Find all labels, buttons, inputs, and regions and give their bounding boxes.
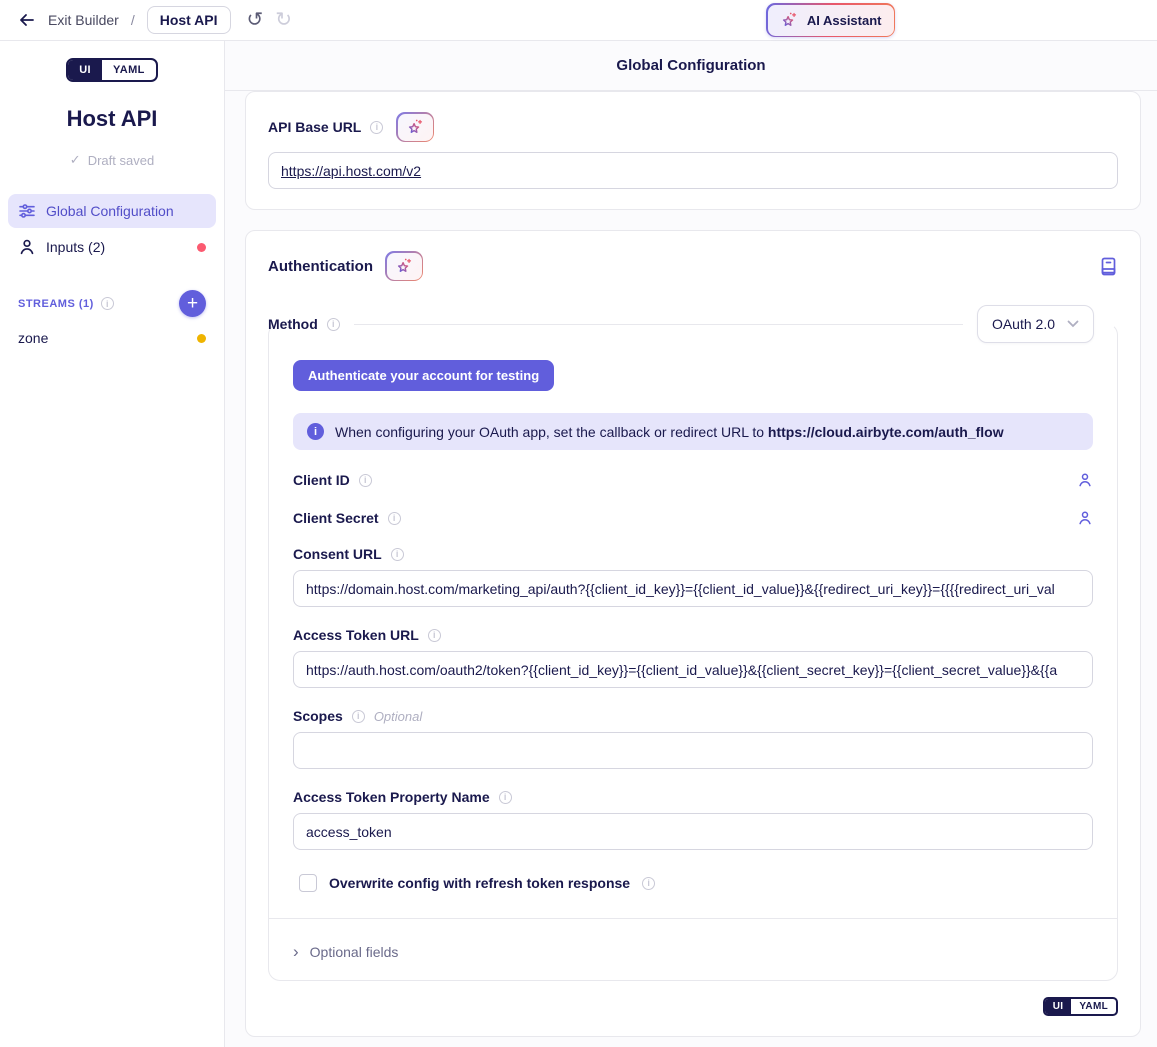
access-token-url-field: Access Token URL i <box>293 627 1093 688</box>
authentication-card: Authentication <box>245 230 1141 1037</box>
user-secret-icon[interactable] <box>1077 510 1093 526</box>
info-icon[interactable]: i <box>499 791 512 804</box>
sidebar-item-inputs[interactable]: Inputs (2) <box>8 230 216 264</box>
info-icon: i <box>307 423 324 440</box>
save-status-label: Draft saved <box>88 153 154 168</box>
toggle-ui-option[interactable]: UI <box>1045 999 1072 1014</box>
access-token-url-input[interactable] <box>293 651 1093 688</box>
toggle-ui-option[interactable]: UI <box>68 60 102 80</box>
overwrite-config-row: Overwrite config with refresh token resp… <box>293 874 1093 892</box>
api-base-url-label: API Base URL <box>268 119 361 135</box>
access-token-property-name-input[interactable] <box>293 813 1093 850</box>
info-icon[interactable]: i <box>388 512 401 525</box>
optional-tag: Optional <box>374 709 422 724</box>
streams-section-header: STREAMS (1) i + <box>8 290 216 317</box>
ai-suggest-button[interactable] <box>385 251 423 281</box>
streams-label: STREAMS (1) <box>18 298 94 310</box>
user-icon <box>18 238 36 256</box>
consent-url-label: Consent URL <box>293 546 382 562</box>
redo-icon: ↻ <box>275 10 292 30</box>
consent-url-field: Consent URL i <box>293 546 1093 607</box>
auth-method-value: OAuth 2.0 <box>992 316 1055 332</box>
sidebar-item-label: Inputs (2) <box>46 239 105 255</box>
info-icon[interactable]: i <box>370 121 383 134</box>
api-base-url-card: API Base URL i <box>245 91 1141 210</box>
error-indicator-dot <box>197 243 206 252</box>
back-arrow-icon[interactable] <box>18 11 36 29</box>
api-base-url-input[interactable] <box>268 152 1118 189</box>
scopes-input[interactable] <box>293 732 1093 769</box>
toggle-yaml-option[interactable]: YAML <box>102 60 156 80</box>
auth-method-select[interactable]: OAuth 2.0 <box>977 305 1094 343</box>
access-token-url-label: Access Token URL <box>293 627 419 643</box>
client-id-label: Client ID <box>293 472 350 488</box>
sparkle-star-icon <box>406 118 425 137</box>
client-secret-label: Client Secret <box>293 510 379 526</box>
authentication-title: Authentication <box>268 258 373 275</box>
ai-assistant-label: AI Assistant <box>807 13 882 28</box>
main-panel: Global Configuration API Base URL i <box>225 41 1157 1047</box>
stream-name-label: zone <box>18 330 48 346</box>
consent-url-input[interactable] <box>293 570 1093 607</box>
sparkle-star-icon <box>395 257 414 276</box>
overwrite-config-checkbox[interactable] <box>299 874 317 892</box>
chevron-right-icon: › <box>293 943 299 960</box>
client-id-row: Client ID i <box>293 472 1093 488</box>
chevron-down-icon <box>1067 320 1079 328</box>
info-banner-text: When configuring your OAuth app, set the… <box>335 424 768 440</box>
documentation-book-icon[interactable] <box>1099 256 1118 277</box>
connector-title: Host API <box>8 106 216 132</box>
sparkle-star-icon <box>780 11 799 30</box>
sidebar-item-global-configuration[interactable]: Global Configuration <box>8 194 216 228</box>
page-title: Global Configuration <box>225 41 1157 91</box>
sidebar-item-label: Global Configuration <box>46 203 174 219</box>
divider-line <box>354 324 963 325</box>
access-token-property-name-field: Access Token Property Name i <box>293 789 1093 850</box>
callback-url: https://cloud.airbyte.com/auth_flow <box>768 424 1004 440</box>
optional-fields-label: Optional fields <box>310 944 399 960</box>
scopes-label: Scopes <box>293 708 343 724</box>
add-stream-button[interactable]: + <box>179 290 206 317</box>
authenticate-button[interactable]: Authenticate your account for testing <box>293 360 554 391</box>
client-secret-row: Client Secret i <box>293 510 1093 526</box>
method-label: Method <box>268 316 318 332</box>
info-icon[interactable]: i <box>352 710 365 723</box>
info-icon[interactable]: i <box>327 318 340 331</box>
sliders-icon <box>18 202 36 220</box>
breadcrumb-separator: / <box>131 12 135 28</box>
sidebar-item-stream-zone[interactable]: zone <box>8 321 216 355</box>
checkmark-icon: ✓ <box>70 152 81 168</box>
ai-suggest-button[interactable] <box>396 112 434 142</box>
card-ui-yaml-toggle: UI YAML <box>1043 997 1118 1016</box>
info-icon[interactable]: i <box>359 474 372 487</box>
sidebar-ui-yaml-toggle: UI YAML <box>66 58 158 82</box>
access-token-property-name-label: Access Token Property Name <box>293 789 490 805</box>
connector-name-field[interactable]: Host API <box>147 6 231 34</box>
ai-assistant-button[interactable]: AI Assistant <box>766 3 895 37</box>
top-bar: Exit Builder / Host API ↺ ↻ AI Assistant <box>0 0 1157 41</box>
save-status: ✓ Draft saved <box>8 152 216 168</box>
info-icon[interactable]: i <box>428 629 441 642</box>
info-icon[interactable]: i <box>391 548 404 561</box>
builder-sidebar: UI YAML Host API ✓ Draft saved Global Co… <box>0 41 225 1047</box>
exit-builder-link[interactable]: Exit Builder <box>48 12 119 28</box>
undo-icon[interactable]: ↺ <box>247 10 264 30</box>
warning-indicator-dot <box>197 334 206 343</box>
optional-fields-toggle[interactable]: › Optional fields <box>293 943 1093 960</box>
toggle-yaml-option[interactable]: YAML <box>1071 999 1116 1014</box>
divider-line <box>269 918 1117 919</box>
info-icon[interactable]: i <box>642 877 655 890</box>
oauth-info-banner: i When configuring your OAuth app, set t… <box>293 413 1093 450</box>
scopes-field: Scopes i Optional <box>293 708 1093 769</box>
oauth-settings-group: Authenticate your account for testing i … <box>268 323 1118 981</box>
user-secret-icon[interactable] <box>1077 472 1093 488</box>
overwrite-config-label: Overwrite config with refresh token resp… <box>329 875 630 891</box>
info-icon[interactable]: i <box>101 297 114 310</box>
